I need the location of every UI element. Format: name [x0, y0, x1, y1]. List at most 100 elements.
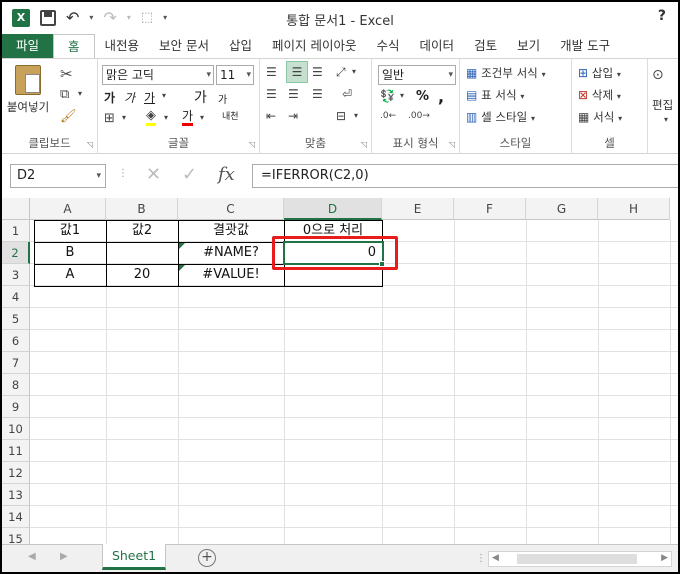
cell-a1[interactable]: 값1	[34, 220, 106, 242]
increase-decimal-icon[interactable]: .0←	[380, 111, 396, 121]
row-header-15[interactable]: 15	[2, 528, 30, 544]
name-box[interactable]: D2 ▾	[10, 164, 106, 188]
font-launcher-icon[interactable]: ◹	[249, 140, 255, 149]
row-header-5[interactable]: 5	[2, 308, 30, 330]
underline-dropdown-icon[interactable]: ▾	[162, 91, 166, 100]
select-all-button[interactable]	[2, 198, 30, 220]
conditional-formatting-button[interactable]: ▦ 조건부 서식 ▾	[466, 65, 546, 81]
tab-formulas[interactable]: 수식	[367, 34, 410, 58]
align-left-icon[interactable]: ☰	[266, 87, 277, 101]
accounting-format-icon[interactable]: 💱	[380, 89, 395, 103]
row-header-12[interactable]: 12	[2, 462, 30, 484]
tab-split-grip-icon[interactable]: ⋮	[476, 553, 486, 564]
row-header-14[interactable]: 14	[2, 506, 30, 528]
decrease-decimal-icon[interactable]: .00→	[408, 111, 430, 121]
enter-icon[interactable]: ✓	[182, 164, 197, 185]
borders-icon[interactable]: ⊞	[104, 111, 115, 126]
format-painter-icon[interactable]: 🖌	[60, 109, 77, 124]
merge-center-icon[interactable]: ⊟	[336, 109, 346, 123]
align-middle-icon[interactable]: ☰	[286, 61, 308, 83]
cell-b2[interactable]	[106, 242, 178, 264]
number-launcher-icon[interactable]: ◹	[449, 140, 455, 149]
tab-personal[interactable]: 내전용	[95, 34, 150, 58]
increase-indent-icon[interactable]: ⇥	[288, 109, 298, 123]
tab-data[interactable]: 데이터	[410, 34, 465, 58]
grow-font-button[interactable]: 가	[194, 87, 207, 107]
phonetic-button[interactable]: 내천	[222, 109, 239, 122]
row-header-3[interactable]: 3	[2, 264, 30, 286]
tab-insert[interactable]: 삽입	[219, 34, 262, 58]
align-center-icon[interactable]: ☰	[288, 87, 299, 101]
scrollbar-thumb[interactable]	[517, 554, 637, 564]
row-header-2[interactable]: 2	[2, 242, 30, 264]
merge-dropdown-icon[interactable]: ▾	[354, 111, 358, 120]
scroll-left-icon[interactable]: ◀	[492, 553, 499, 563]
row-header-9[interactable]: 9	[2, 396, 30, 418]
paste-button[interactable]: 붙여넣기	[6, 65, 50, 125]
tab-review[interactable]: 검토	[464, 34, 507, 58]
scroll-tabs-left-icon[interactable]: ◀	[28, 551, 36, 562]
column-header-e[interactable]: E	[382, 198, 454, 220]
orientation-dropdown-icon[interactable]: ▾	[352, 67, 356, 76]
decrease-indent-icon[interactable]: ⇤	[266, 109, 276, 123]
insert-function-icon[interactable]: fx	[218, 164, 235, 185]
underline-button[interactable]: 가	[144, 89, 155, 106]
tab-home[interactable]: 홈	[53, 34, 95, 58]
align-top-icon[interactable]: ☰	[266, 65, 277, 79]
error-indicator-icon[interactable]	[179, 265, 185, 271]
cell-c3[interactable]: #VALUE!	[178, 264, 284, 286]
shrink-font-button[interactable]: 가	[218, 91, 227, 106]
fill-color-icon[interactable]: ◈	[146, 109, 156, 126]
scroll-right-icon[interactable]: ▶	[661, 553, 668, 563]
fill-color-dropdown-icon[interactable]: ▾	[164, 113, 168, 122]
orientation-icon[interactable]: ⤢	[336, 65, 346, 80]
binoculars-icon[interactable]: ⊙	[652, 67, 664, 83]
sheet-tab-sheet1[interactable]: Sheet1	[102, 544, 166, 570]
accounting-dropdown-icon[interactable]: ▾	[400, 91, 404, 100]
cell-a3[interactable]: A	[34, 264, 106, 286]
row-header-8[interactable]: 8	[2, 374, 30, 396]
horizontal-scrollbar[interactable]: ◀ ▶	[488, 551, 672, 567]
alignment-launcher-icon[interactable]: ◹	[361, 140, 367, 149]
borders-dropdown-icon[interactable]: ▾	[122, 113, 126, 122]
scroll-tabs-right-icon[interactable]: ▶	[60, 551, 68, 562]
cancel-icon[interactable]: ✕	[146, 164, 161, 185]
cell-b3[interactable]: 20	[106, 264, 178, 286]
tab-file[interactable]: 파일	[2, 34, 54, 58]
row-header-7[interactable]: 7	[2, 352, 30, 374]
row-header-11[interactable]: 11	[2, 440, 30, 462]
row-header-6[interactable]: 6	[2, 330, 30, 352]
column-header-c[interactable]: C	[178, 198, 284, 220]
font-size-combo[interactable]: 11 ▾	[216, 65, 254, 85]
row-header-13[interactable]: 13	[2, 484, 30, 506]
copy-icon[interactable]: ⧉	[60, 87, 69, 102]
italic-button[interactable]: 가	[124, 89, 135, 106]
font-color-dropdown-icon[interactable]: ▾	[200, 113, 204, 122]
cell-b1[interactable]: 값2	[106, 220, 178, 242]
wrap-text-icon[interactable]: ⏎	[342, 87, 352, 101]
tab-security-doc[interactable]: 보안 문서	[149, 34, 219, 58]
bold-button[interactable]: 가	[104, 89, 115, 106]
column-header-a[interactable]: A	[30, 198, 106, 220]
editing-label[interactable]: 편집	[652, 97, 673, 113]
formula-bar-grip-icon[interactable]: ⋮	[118, 168, 128, 179]
cell-c1[interactable]: 결괏값	[178, 220, 284, 242]
font-color-button[interactable]: 가	[182, 109, 194, 126]
tab-developer[interactable]: 개발 도구	[550, 34, 620, 58]
add-sheet-button[interactable]: +	[198, 549, 216, 567]
column-header-b[interactable]: B	[106, 198, 178, 220]
row-header-10[interactable]: 10	[2, 418, 30, 440]
chevron-down-icon[interactable]: ▾	[664, 115, 668, 124]
column-header-d[interactable]: D	[284, 198, 382, 220]
row-header-4[interactable]: 4	[2, 286, 30, 308]
cut-icon[interactable]: ✂	[60, 65, 73, 83]
align-bottom-icon[interactable]: ☰	[312, 65, 323, 79]
column-header-g[interactable]: G	[526, 198, 598, 220]
column-header-f[interactable]: F	[454, 198, 526, 220]
cell-a2[interactable]: B	[34, 242, 106, 264]
format-cells-button[interactable]: ▦ 서식 ▾	[578, 109, 622, 125]
help-button[interactable]: ?	[658, 8, 666, 24]
font-name-combo[interactable]: 맑은 고딕 ▾	[102, 65, 214, 85]
error-indicator-icon[interactable]	[179, 243, 185, 249]
number-format-combo[interactable]: 일반 ▾	[378, 65, 456, 85]
